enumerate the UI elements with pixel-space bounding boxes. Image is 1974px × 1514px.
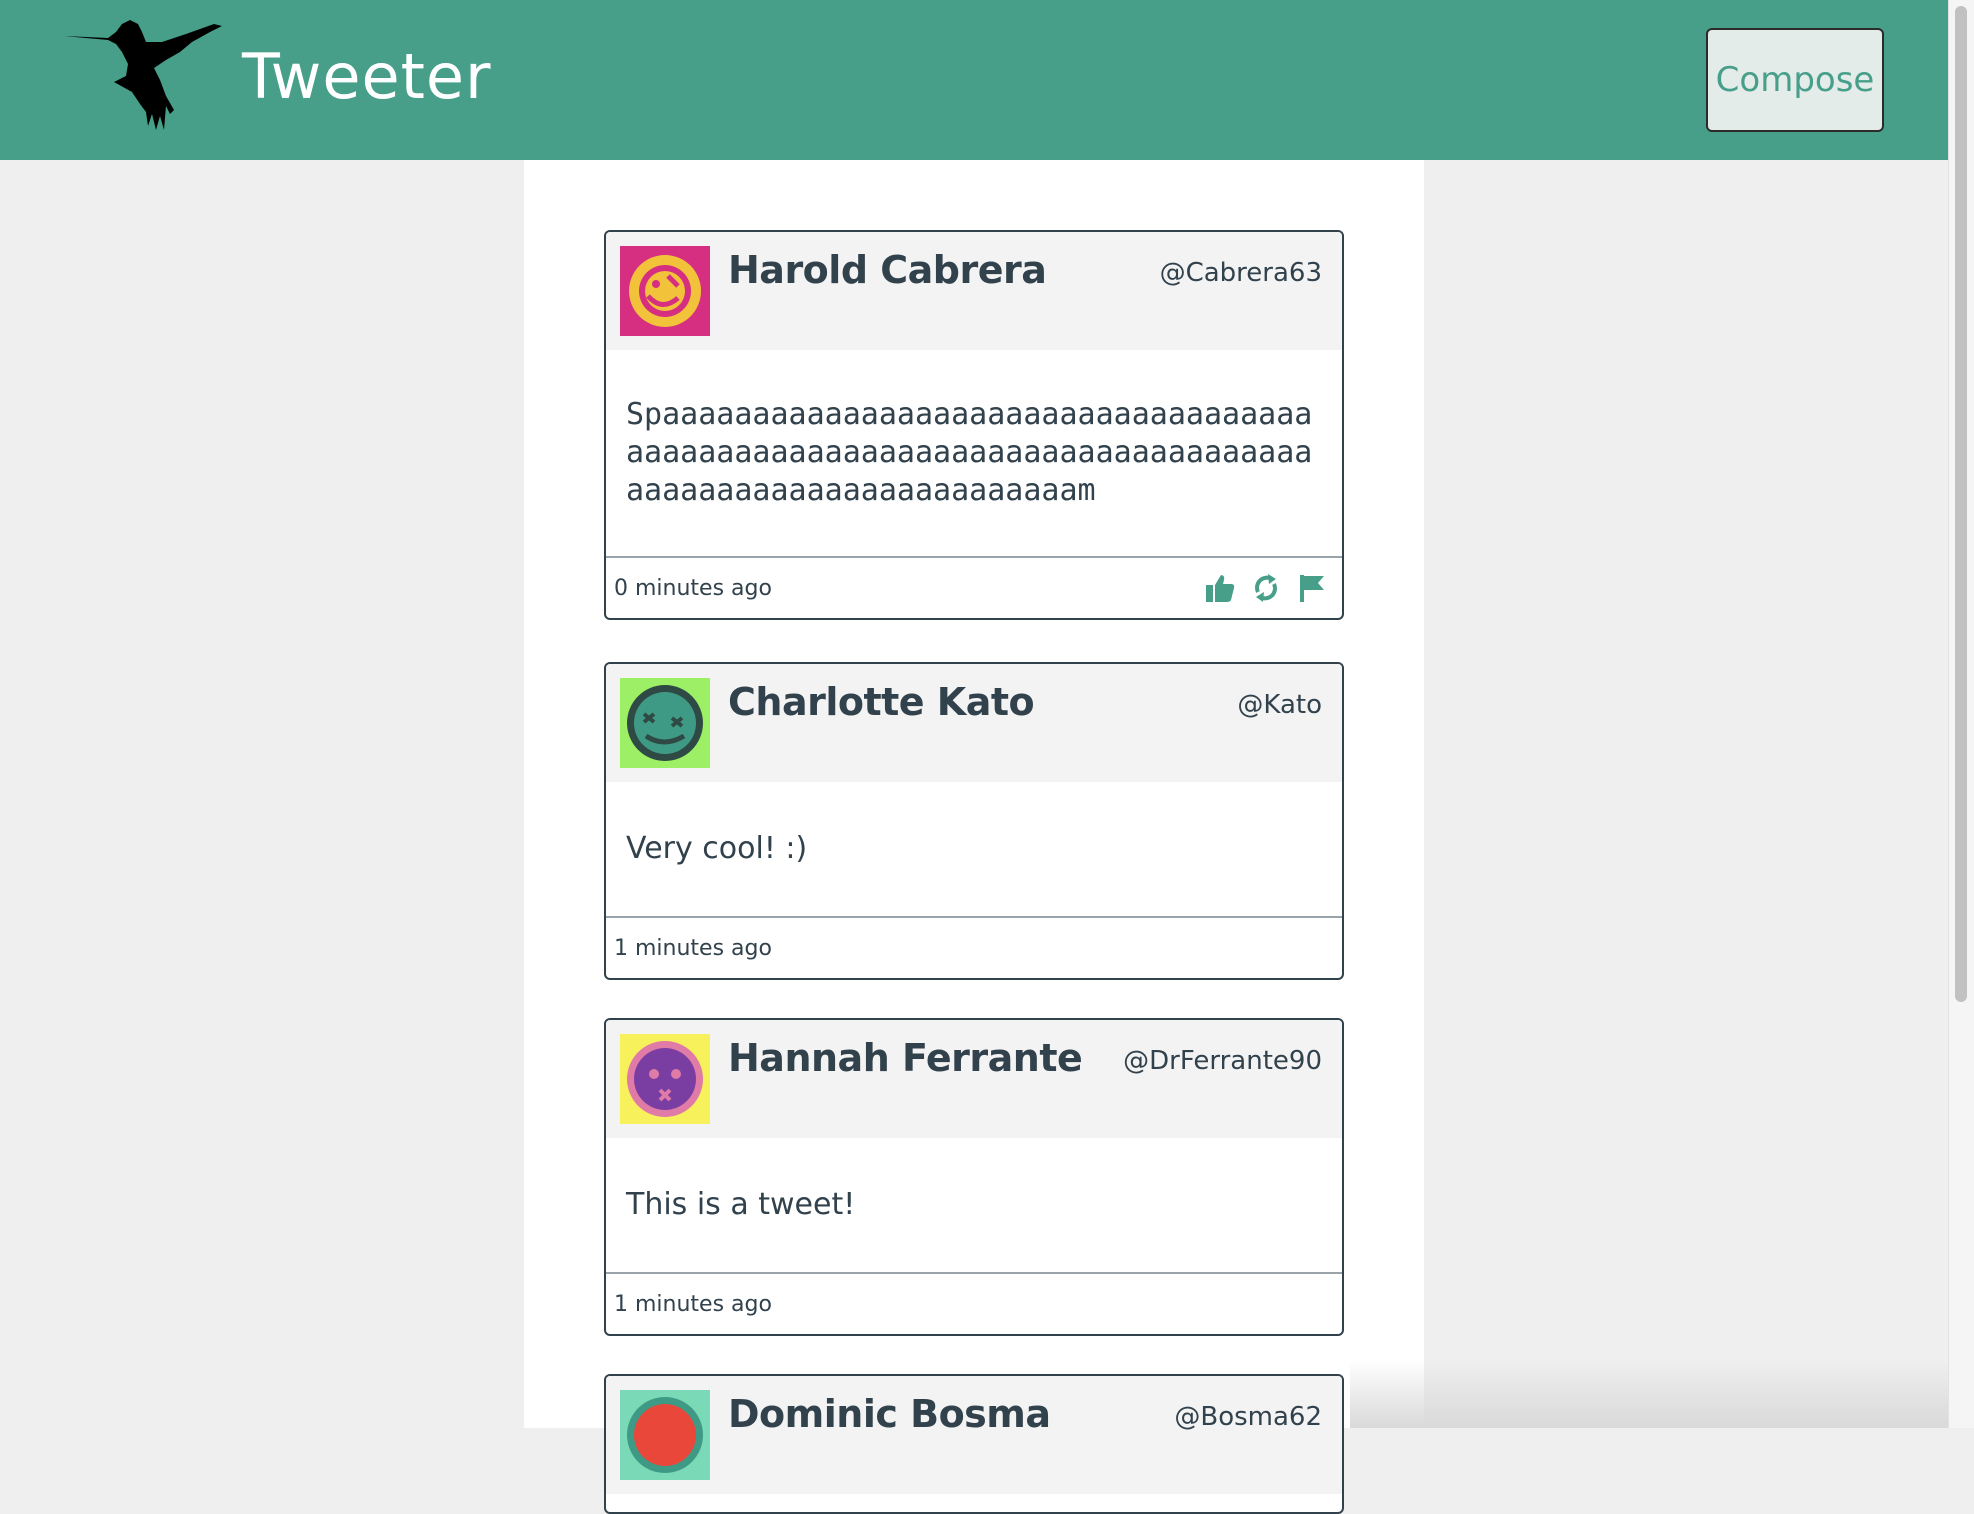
brand-title: Tweeter — [242, 40, 492, 113]
tweet-header: Charlotte Kato @Kato — [606, 664, 1342, 782]
tweet-header: Dominic Bosma @Bosma62 — [606, 1376, 1342, 1494]
author-name: Harold Cabrera — [728, 248, 1047, 292]
tweet-header: Hannah Ferrante @DrFerrante90 — [606, 1020, 1342, 1138]
avatar — [620, 246, 710, 336]
tweet-card: Dominic Bosma @Bosma62 — [604, 1374, 1344, 1514]
flag-icon[interactable] — [1296, 572, 1328, 604]
compose-button[interactable]: Compose — [1706, 28, 1884, 132]
author-handle: @Cabrera63 — [1159, 258, 1322, 288]
author-name: Charlotte Kato — [728, 680, 1035, 724]
tweet-footer: 1 minutes ago — [606, 1272, 1342, 1334]
avatar — [620, 678, 710, 768]
author-handle: @Kato — [1237, 690, 1322, 720]
tweet-timestamp: 1 minutes ago — [614, 1292, 772, 1317]
tweet-timestamp: 1 minutes ago — [614, 936, 772, 961]
like-icon[interactable] — [1204, 572, 1236, 604]
tweet-text: This is a tweet! — [626, 1187, 856, 1222]
scrollbar-thumb[interactable] — [1955, 6, 1967, 1002]
avatar — [620, 1034, 710, 1124]
tweet-card: Harold Cabrera @Cabrera63 Spaaaaaaaaaaaa… — [604, 230, 1344, 620]
bottom-shadow — [1350, 1360, 1948, 1428]
tweet-footer: 1 minutes ago — [606, 916, 1342, 978]
author-name: Hannah Ferrante — [728, 1036, 1083, 1080]
tweet-actions — [1204, 572, 1328, 604]
tweet-card: Charlotte Kato @Kato Very cool! :) 1 min… — [604, 662, 1344, 980]
tweet-header: Harold Cabrera @Cabrera63 — [606, 232, 1342, 350]
author-name: Dominic Bosma — [728, 1392, 1051, 1436]
retweet-icon[interactable] — [1250, 572, 1282, 604]
tweet-timestamp: 0 minutes ago — [614, 576, 772, 601]
tweet-text: Very cool! :) — [626, 831, 808, 866]
author-handle: @DrFerrante90 — [1123, 1046, 1322, 1076]
avatar — [620, 1390, 710, 1480]
hummingbird-logo-icon — [62, 18, 224, 132]
tweet-footer: 0 minutes ago — [606, 556, 1342, 618]
tweet-card: Hannah Ferrante @DrFerrante90 This is a … — [604, 1018, 1344, 1336]
tweet-feed: Harold Cabrera @Cabrera63 Spaaaaaaaaaaaa… — [524, 160, 1424, 1514]
tweet-text: Spaaaaaaaaaaaaaaaaaaaaaaaaaaaaaaaaaaaaaa… — [626, 397, 1313, 508]
top-navbar: Tweeter Compose — [0, 0, 1948, 160]
